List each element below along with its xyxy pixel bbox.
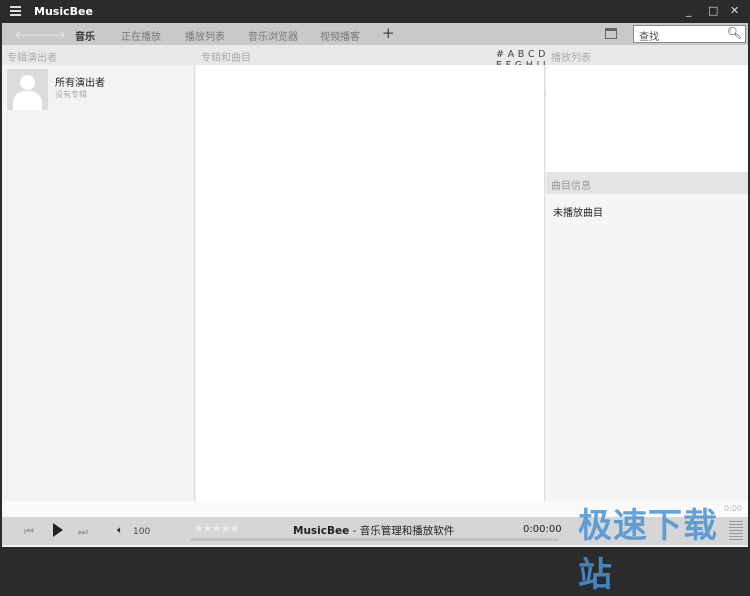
tab-playlists[interactable]: 播放列表 xyxy=(185,28,225,43)
tab-music-explorer[interactable]: 音乐浏览器 xyxy=(248,28,298,43)
now-playing-title: MusicBee - 音乐管理和播放软件 xyxy=(293,523,454,538)
track-info-text: 未播放曲目 xyxy=(553,208,603,219)
watermark: 极速下载站 xyxy=(578,506,718,595)
hamburger-menu-icon[interactable] xyxy=(10,6,21,16)
close-button[interactable]: ✕ xyxy=(730,4,739,17)
app-name: MusicBee xyxy=(293,525,350,537)
artist-list: 所有演出者 没有专辑 xyxy=(2,65,195,501)
tab-music[interactable]: 音乐 xyxy=(75,28,95,43)
artist-name: 所有演出者 xyxy=(55,78,105,89)
seek-bar[interactable] xyxy=(190,538,558,541)
album-track-pane xyxy=(196,65,545,501)
app-title: MusicBee xyxy=(34,5,93,18)
track-info-header: 曲目信息 xyxy=(546,172,748,194)
artist-sub: 没有专辑 xyxy=(55,90,87,99)
albums-header: 专辑和曲目 # A B C D E F G H I J K L M N O P … xyxy=(196,45,546,115)
track-info-pane: 未播放曲目 xyxy=(546,194,748,501)
playlist-pane xyxy=(546,65,748,172)
rating-stars[interactable]: ★★★★★ xyxy=(194,522,239,535)
tab-now-playing[interactable]: 正在播放 xyxy=(121,28,161,43)
title-bar: MusicBee ⌄ _ □ ✕ xyxy=(2,0,748,23)
tab-bar: 🡐 🡒 音乐 正在播放 播放列表 音乐浏览器 视频播客 + 查找 🔍︎ xyxy=(2,23,748,45)
layout-grid-icon[interactable] xyxy=(605,28,617,39)
forward-arrow-icon[interactable]: 🡒 xyxy=(34,27,66,42)
chevron-down-icon[interactable]: ⌄ xyxy=(86,4,94,14)
search-input[interactable]: 查找 🔍︎ xyxy=(633,25,746,43)
title-separator: - xyxy=(349,525,360,537)
playlist-header: 播放列表 xyxy=(546,45,748,65)
artist-avatar-icon xyxy=(7,69,48,110)
search-icon[interactable]: 🔍︎ xyxy=(727,26,742,40)
volume-icon[interactable]: 🔈︎ xyxy=(117,525,123,536)
albums-header-label: 专辑和曲目 xyxy=(201,53,251,64)
search-placeholder: 查找 xyxy=(639,32,659,43)
next-track-icon[interactable]: ⏭ xyxy=(78,525,88,539)
app-subtitle: 音乐管理和播放软件 xyxy=(359,525,455,537)
tab-video-podcasts[interactable]: 视频播客 xyxy=(320,28,360,43)
minimize-button[interactable]: _ xyxy=(686,4,692,17)
elapsed-time: 0:00:00 xyxy=(523,524,562,535)
maximize-button[interactable]: □ xyxy=(708,4,718,17)
previous-track-icon[interactable]: ⏮ xyxy=(24,525,34,539)
artists-header: 专辑演出者 xyxy=(2,45,196,65)
musicbee-window: MusicBee ⌄ _ □ ✕ 🡐 🡒 音乐 正在播放 播放列表 音乐浏览器 … xyxy=(2,0,748,595)
play-icon[interactable] xyxy=(53,523,63,537)
add-tab-button[interactable]: + xyxy=(382,24,395,42)
volume-value[interactable]: 100 xyxy=(133,527,150,537)
